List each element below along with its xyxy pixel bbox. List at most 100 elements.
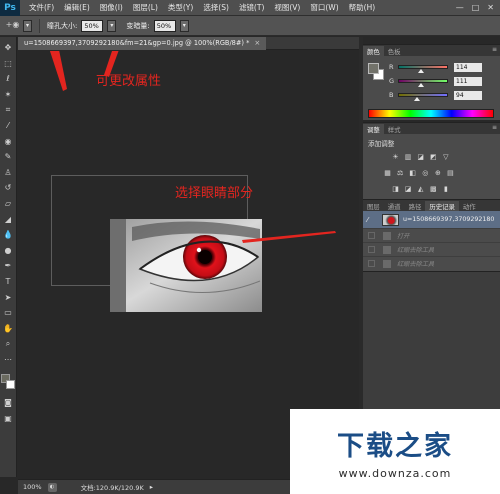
pupil-size-field[interactable]: 50% [81,19,104,32]
slider-g-track[interactable] [398,79,448,87]
slider-b-track[interactable] [398,93,448,101]
more-tools-icon[interactable]: ⋯ [2,353,15,366]
black-white-icon[interactable]: ◧ [408,168,417,177]
slider-r-track[interactable] [398,65,448,73]
darken-amount-label: 变暗量: [126,21,150,30]
history-snapshot-row[interactable]: ⁄ u=1508669397,3709292180... [363,211,500,228]
restore-button[interactable]: □ [472,3,480,12]
close-tab-icon[interactable]: × [254,39,260,47]
close-window-button[interactable]: ✕ [487,3,494,12]
pen-tool-icon[interactable]: ✒ [2,259,15,272]
color-swatches[interactable] [1,374,15,390]
slider-b-thumb[interactable] [414,97,421,101]
panel-menu-icon[interactable]: ≡ [492,46,497,53]
adjustment-row-2: ▦ ⚖ ◧ ◎ ⊕ ▤ [383,168,455,177]
menu-filter[interactable]: 滤镜(T) [234,2,269,13]
zoom-level[interactable]: 100% [23,483,42,491]
history-step[interactable]: 红眼去除工具 [363,256,500,270]
menu-window[interactable]: 窗口(W) [305,2,343,13]
type-tool-icon[interactable]: T [2,275,15,288]
minimize-button[interactable]: — [456,3,464,12]
slider-b-value[interactable]: 94 [454,90,482,100]
snapshot-thumbnail [382,213,399,226]
levels-icon[interactable]: ▥ [404,152,413,161]
screen-mode-icon[interactable]: ▣ [2,412,15,425]
shape-tool-icon[interactable]: ▭ [2,306,15,319]
brush-tool-icon[interactable]: ✎ [2,150,15,163]
menu-type[interactable]: 类型(Y) [163,2,198,13]
history-step[interactable]: 打开 [363,228,500,242]
slider-g-thumb[interactable] [417,83,424,87]
pupil-size-dropdown[interactable]: ▾ [107,19,117,32]
move-tool-icon[interactable]: ✥ [2,41,15,54]
exposure-icon[interactable]: ◩ [429,152,438,161]
zoom-tool-icon[interactable]: ⌕ [2,337,15,350]
document-tab[interactable]: u=1508669397,3709292180&fm=21&gp=0.jpg @… [18,36,267,50]
tab-color[interactable]: 颜色 [363,46,384,56]
photo-filter-icon[interactable]: ◎ [421,168,430,177]
adjustments-menu-icon[interactable]: ≡ [492,124,497,131]
posterize-icon[interactable]: ◪ [404,184,413,193]
menu-layer[interactable]: 图层(L) [128,2,163,13]
tab-paths[interactable]: 路径 [405,201,426,211]
menu-file[interactable]: 文件(F) [24,2,59,13]
color-balance-icon[interactable]: ⚖ [396,168,405,177]
paint-bucket-tool-icon[interactable]: ◢ [2,213,15,226]
menu-help[interactable]: 帮助(H) [344,2,381,13]
background-color-swatch[interactable] [6,380,15,390]
eraser-tool-icon[interactable]: ▱ [2,197,15,210]
menu-image[interactable]: 图像(I) [95,2,128,13]
blur-tool-icon[interactable]: 💧 [2,228,15,241]
slider-r-value[interactable]: 114 [454,62,482,72]
color-spectrum-bar[interactable] [368,109,494,118]
curves-icon[interactable]: ◪ [416,152,425,161]
hue-saturation-icon[interactable]: ▦ [383,168,392,177]
crop-tool-icon[interactable]: ⌗ [2,103,15,116]
tab-actions[interactable]: 动作 [459,201,480,211]
brightness-contrast-icon[interactable]: ☀ [391,152,400,161]
tab-layers[interactable]: 图层 [363,201,384,211]
darken-amount-dropdown[interactable]: ▾ [179,19,189,32]
tab-channels[interactable]: 通道 [384,201,405,211]
quick-mask-icon[interactable]: ◙ [2,396,15,409]
vibrance-icon[interactable]: ▽ [441,152,450,161]
clone-stamp-tool-icon[interactable]: ♙ [2,166,15,179]
red-eye-tool-preset-icon[interactable]: +◉ [6,18,20,31]
selective-color-icon[interactable]: ▩ [429,184,438,193]
annotation-editable-props: 可更改属性 [96,74,162,89]
status-info-icon[interactable]: ◐ [47,482,57,492]
threshold-icon[interactable]: ◭ [416,184,425,193]
history-brush-source-icon[interactable]: ⁄ [367,216,376,224]
menu-edit[interactable]: 编辑(E) [59,2,95,13]
history-step-checkbox[interactable] [368,260,375,267]
lasso-tool-icon[interactable]: ℓ [2,72,15,85]
red-eye-tool-icon[interactable]: ◉ [2,135,15,148]
tab-swatches[interactable]: 色板 [384,46,405,56]
darken-amount-field[interactable]: 50% [153,19,176,32]
slider-r-thumb[interactable] [418,69,425,73]
history-brush-tool-icon[interactable]: ↺ [2,181,15,194]
color-lookup-icon[interactable]: ▤ [446,168,455,177]
gradient-map-icon[interactable]: ▮ [441,184,450,193]
dodge-tool-icon[interactable]: ● [2,244,15,257]
eyedropper-tool-icon[interactable]: ⁄ [2,119,15,132]
path-selection-tool-icon[interactable]: ➤ [2,291,15,304]
status-menu-arrow-icon[interactable]: ▸ [150,483,153,491]
history-step[interactable]: 红眼去除工具 [363,242,500,256]
menu-select[interactable]: 选择(S) [198,2,234,13]
menu-view[interactable]: 视图(V) [269,2,305,13]
tab-adjustments[interactable]: 调整 [363,124,384,134]
invert-icon[interactable]: ◨ [391,184,400,193]
magic-wand-tool-icon[interactable]: ✶ [2,88,15,101]
history-step-icon [383,231,391,240]
color-panel-foreground-swatch[interactable] [368,63,379,74]
channel-mixer-icon[interactable]: ⊕ [433,168,442,177]
history-step-checkbox[interactable] [368,232,375,239]
slider-g-value[interactable]: 111 [454,76,482,86]
tab-history[interactable]: 历史记录 [425,201,459,211]
tab-styles[interactable]: 样式 [384,124,405,134]
history-step-checkbox[interactable] [368,246,375,253]
tool-preset-dropdown[interactable]: ▾ [23,19,32,32]
hand-tool-icon[interactable]: ✋ [2,322,15,335]
marquee-tool-icon[interactable]: ⬚ [2,57,15,70]
